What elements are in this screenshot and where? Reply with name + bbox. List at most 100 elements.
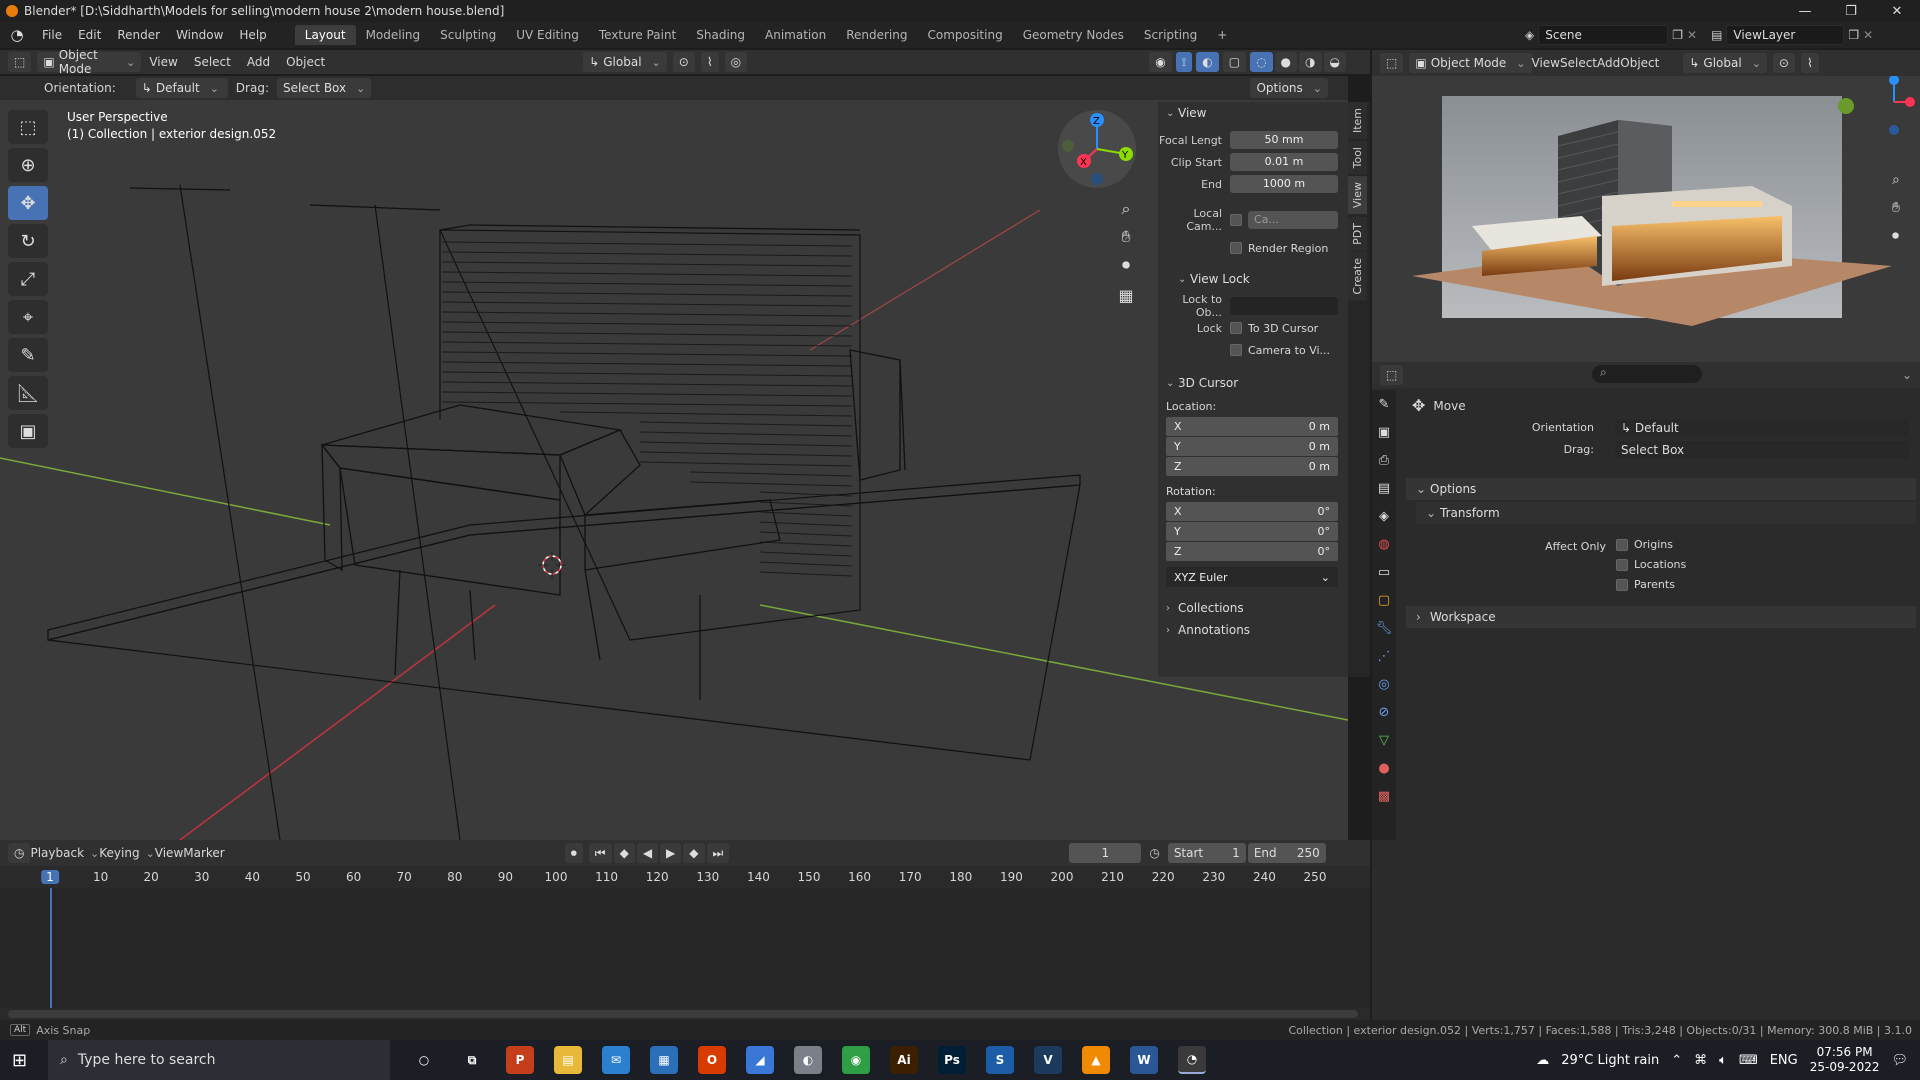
blender-menu-icon[interactable]: ◔ (8, 26, 26, 44)
rotate-tool-icon[interactable]: ↻ (8, 224, 48, 258)
scene-field[interactable]: Scene (1538, 25, 1669, 45)
cortana-icon[interactable]: ○ (410, 1046, 438, 1074)
file-explorer-icon[interactable]: ▤ (554, 1046, 582, 1074)
rendered-shading-icon[interactable]: ◒ (1323, 52, 1346, 72)
material-shading-icon[interactable]: ◑ (1299, 52, 1322, 72)
tab-compositing[interactable]: Compositing (917, 25, 1012, 45)
current-frame-field[interactable]: 1 (1069, 843, 1142, 863)
proportional-edit-icon[interactable]: ◎ (724, 52, 748, 72)
keyboard-icon[interactable]: ⌨ (1739, 1053, 1758, 1068)
timeline-scrollbar[interactable] (8, 1010, 1358, 1018)
store-icon[interactable]: ▦ (650, 1046, 678, 1074)
affect-locations-row[interactable]: Locations (1616, 558, 1686, 571)
navigation-gizmo[interactable]: Z Y X (1058, 110, 1136, 188)
zoom-icon[interactable]: ⌕ (1112, 196, 1140, 222)
frame-ruler[interactable]: 1 10 20 30 40 50 60 70 80 90 100 110 120 130 140 150 160… (0, 868, 1370, 888)
options-dropdown[interactable]: Options (1250, 78, 1328, 98)
workspace-section-header[interactable]: › Workspace (1406, 606, 1916, 628)
tab-create[interactable]: Create (1348, 252, 1367, 301)
pivot-icon[interactable]: ⊙ (1772, 53, 1795, 73)
photoshop-icon[interactable]: Ps (938, 1046, 966, 1074)
modifier-tab-icon[interactable]: 🔧︎ (1372, 614, 1396, 642)
maximize-button[interactable]: ❐ (1828, 0, 1874, 22)
snap-icon[interactable]: ⌇ (700, 52, 719, 72)
particles-tab-icon[interactable]: ⋰ (1372, 642, 1396, 670)
add-workspace-button[interactable]: + (1207, 25, 1237, 45)
camera-view-icon[interactable]: ⏺ (1112, 252, 1140, 278)
3d-cursor-section-header[interactable]: ⌄ 3D Cursor (1158, 372, 1348, 394)
view-section-header[interactable]: ⌄ View (1158, 102, 1348, 124)
tab-layout[interactable]: Layout (294, 25, 356, 45)
texture-tab-icon[interactable]: ▩ (1372, 782, 1396, 810)
menu-edit[interactable]: Edit (70, 28, 109, 42)
editor-type-icon[interactable]: ⬚ (1380, 53, 1404, 73)
start-frame-field[interactable]: Start 1 (1167, 843, 1246, 863)
view-lock-section-header[interactable]: ⌄ View Lock (1158, 268, 1348, 290)
delete-viewlayer-icon[interactable]: ✕ (1863, 28, 1873, 42)
scene-icon[interactable]: ◈ (1525, 28, 1534, 42)
tab-pdt[interactable]: PDT (1348, 216, 1367, 251)
tab-view[interactable]: View (1348, 176, 1367, 215)
origins-checkbox[interactable] (1616, 539, 1628, 551)
annotate-tool-icon[interactable]: ✎ (8, 338, 48, 372)
props-drag-dropdown[interactable]: Select Box (1614, 440, 1910, 460)
tool-tab-icon[interactable]: ✎ (1372, 390, 1396, 418)
close-button[interactable]: ✕ (1874, 0, 1920, 22)
timeline-editor-type-icon[interactable]: ◷ (8, 843, 31, 863)
cursor-rotation-x[interactable]: X 0° (1166, 502, 1338, 521)
tab-tool[interactable]: Tool (1348, 141, 1367, 175)
menu-select[interactable]: Select (186, 55, 239, 69)
new-viewlayer-icon[interactable]: ❐ (1848, 28, 1859, 42)
chevron-up-icon[interactable]: ⌃ (1671, 1053, 1682, 1068)
menu-file[interactable]: File (34, 28, 70, 42)
playback-menu[interactable]: Playback (30, 846, 99, 860)
wireframe-shading-icon[interactable]: ◌ (1250, 52, 1273, 72)
menu-window[interactable]: Window (168, 28, 231, 42)
cursor-tool-icon[interactable]: ⊕ (8, 148, 48, 182)
view-layer-tab-icon[interactable]: ▤ (1372, 474, 1396, 502)
cursor-location-z[interactable]: Z 0 m (1166, 457, 1338, 476)
output-tab-icon[interactable]: ⎙ (1372, 446, 1396, 474)
lock-to-object-field[interactable] (1230, 297, 1338, 315)
data-tab-icon[interactable]: ▽ (1372, 726, 1396, 754)
object-tab-icon[interactable]: ▢ (1372, 586, 1396, 614)
pan-hand-icon[interactable]: ✋︎ (1112, 224, 1140, 250)
menu-view[interactable]: View (141, 55, 185, 69)
menu-render[interactable]: Render (109, 28, 168, 42)
render-menu-add[interactable]: Add (1597, 56, 1620, 70)
play-reverse-icon[interactable]: ◀ (636, 843, 659, 863)
notifications-icon[interactable]: 💬︎ (1891, 1053, 1908, 1068)
camera-to-view-checkbox[interactable] (1230, 344, 1242, 356)
collection-tab-icon[interactable]: ▭ (1372, 558, 1396, 586)
transform-section-header[interactable]: ⌄ Transform (1416, 502, 1916, 524)
mail-icon[interactable]: ✉ (602, 1046, 630, 1074)
frame-rate-icon[interactable]: ◷ (1149, 846, 1159, 860)
volume-icon[interactable]: 🔈︎ (1719, 1053, 1727, 1068)
timeline-view-menu[interactable]: View (155, 846, 183, 860)
render-menu-object[interactable]: Object (1620, 56, 1659, 70)
cursor-rotation-z[interactable]: Z 0° (1166, 542, 1338, 561)
taskbar-search-box[interactable]: ⌕ Type here to search (48, 1040, 390, 1080)
cursor-location-x[interactable]: X 0 m (1166, 417, 1338, 436)
minimize-button[interactable]: — (1782, 0, 1828, 22)
cursor-rotation-y[interactable]: Y 0° (1166, 522, 1338, 541)
physics-tab-icon[interactable]: ◎ (1372, 670, 1396, 698)
camera-view-icon[interactable]: ⏺ (1892, 228, 1899, 244)
properties-editor-type-icon[interactable]: ⬚ (1380, 365, 1404, 385)
sketchup-icon[interactable]: S (986, 1046, 1014, 1074)
affect-parents-row[interactable]: Parents (1616, 578, 1675, 591)
app-gray-icon[interactable]: ◐ (794, 1046, 822, 1074)
record-icon[interactable]: ⏺ (564, 843, 583, 863)
clip-end-field[interactable]: 1000 m (1230, 175, 1338, 193)
render-mode-dropdown[interactable]: ▣ Object Mode (1409, 53, 1532, 73)
tab-modeling[interactable]: Modeling (356, 25, 431, 45)
jump-keyframe-forward-icon[interactable]: ◆ (683, 843, 705, 863)
props-orientation-dropdown[interactable]: ↳ Default (1614, 418, 1910, 438)
menu-add[interactable]: Add (239, 55, 278, 69)
tab-shading[interactable]: Shading (686, 25, 755, 45)
collections-section-header[interactable]: › Collections (1158, 597, 1348, 619)
network-icon[interactable]: ⌘ (1694, 1053, 1707, 1068)
scene-tab-icon[interactable]: ◈ (1372, 502, 1396, 530)
annotations-section-header[interactable]: › Annotations (1158, 619, 1348, 641)
render-transform-dropdown[interactable]: ↳ Global (1683, 53, 1767, 73)
